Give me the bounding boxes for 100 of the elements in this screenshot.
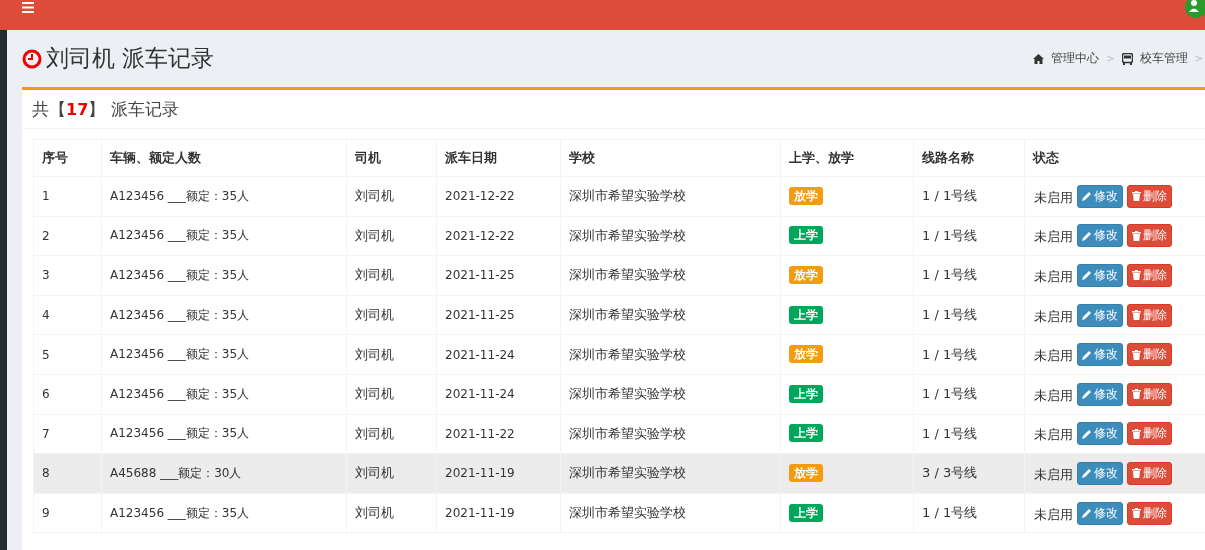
table-row[interactable]: 7 A123456 ___额定：35人 刘司机 2021-11-22 深圳市希望实验学校 上学 1 / 1号线 未启用 修改 删除 [33,414,1205,454]
column-header: 线路名称 [913,139,1025,177]
edit-button[interactable]: 修改 [1076,184,1123,208]
trip-badge: 放学 [789,345,823,364]
table-cell: 深圳市希望实验学校 [569,465,686,481]
pencil-icon [1081,389,1092,400]
table-cell: 1 [42,189,50,204]
table-cell: 1 / 1号线 [922,346,978,362]
table-cell: 2 [42,228,50,243]
table-cell: 1 / 1号线 [922,307,978,323]
column-header: 学校 [560,139,781,177]
pencil-icon [1081,428,1092,439]
column-header: 派车日期 [436,139,561,177]
table-cell: 1 / 1号线 [922,386,978,402]
menu-icon[interactable] [22,1,34,13]
table-cell: A45688 ___额定：30人 [110,465,242,480]
table-row[interactable]: 6 A123456 ___额定：35人 刘司机 2021-11-24 深圳市希望实验学校 上学 1 / 1号线 未启用 修改 删除 [33,374,1205,415]
table-cell: A123456 ___额定：35人 [110,228,250,243]
table-cell: 2021-11-25 [445,268,515,283]
pencil-icon [1081,508,1092,519]
breadcrumb-link[interactable]: 校车管理 [1139,50,1188,67]
delete-button[interactable]: 删除 [1126,303,1172,327]
table-cell: 深圳市希望实验学校 [569,386,686,402]
table-cell: 7 [42,426,50,441]
table-cell: 刘司机 [355,505,394,521]
table-row[interactable]: 8 A45688 ___额定：30人 刘司机 2021-11-19 深圳市希望实验学校 放学 3 / 3号线 未启用 修改 删除 [33,453,1205,494]
clock-icon [22,48,42,69]
table-cell: 刘司机 [355,425,394,441]
table-cell: 2021-12-22 [445,189,515,204]
trash-icon [1131,468,1141,479]
table-cell: 5 [42,347,50,362]
table-cell: 1 / 1号线 [922,227,978,243]
table-cell: 1 / 1号线 [922,267,978,283]
breadcrumb-separator: > [1194,53,1203,64]
table-row[interactable]: 3 A123456 ___额定：35人 刘司机 2021-11-25 深圳市希望实验学校 放学 1 / 1号线 未启用 修改 删除 [33,255,1205,296]
trip-badge: 上学 [789,305,823,324]
table-cell: 2021-11-19 [445,466,515,481]
edit-button[interactable]: 修改 [1076,343,1123,367]
trash-icon [1131,310,1141,321]
column-header: 车辆、额定人数 [101,139,347,177]
trash-icon [1131,508,1141,519]
column-header: 序号 [33,139,102,177]
edit-button[interactable]: 修改 [1076,224,1123,248]
table-cell: 2021-11-25 [445,308,515,323]
table-row[interactable]: 5 A123456 ___额定：35人 刘司机 2021-11-24 深圳市希望实验学校 放学 1 / 1号线 未启用 修改 删除 [33,334,1205,375]
column-header: 状态 [1024,139,1205,177]
table-row[interactable]: 1 A123456 ___额定：35人 刘司机 2021-12-22 深圳市希望实验学校 放学 1 / 1号线 未启用 修改 删除 [33,176,1205,217]
delete-button[interactable]: 删除 [1126,224,1172,248]
pencil-icon [1081,310,1092,321]
pencil-icon [1081,230,1092,241]
trip-badge: 放学 [789,463,823,482]
delete-button[interactable]: 删除 [1126,461,1172,485]
breadcrumb-link[interactable]: 管理中心 [1051,50,1100,67]
trash-icon [1131,191,1141,202]
delete-button[interactable]: 删除 [1126,343,1172,367]
trash-icon [1131,389,1141,400]
table-row[interactable]: 2 A123456 ___额定：35人 刘司机 2021-12-22 深圳市希望实验学校 上学 1 / 1号线 未启用 修改 删除 [33,216,1205,256]
table-cell: 4 [42,308,50,323]
table-row[interactable]: 4 A123456 ___额定：35人 刘司机 2021-11-25 深圳市希望实验学校 上学 1 / 1号线 未启用 修改 删除 [33,295,1205,335]
table-cell: 2021-11-24 [445,347,515,362]
table-cell: 刘司机 [355,188,394,204]
edit-button[interactable]: 修改 [1076,422,1123,446]
status-text: 未启用 [1034,268,1073,284]
edit-button[interactable]: 修改 [1076,382,1123,406]
edit-button[interactable]: 修改 [1076,461,1123,485]
table-cell: 深圳市希望实验学校 [569,307,686,323]
delete-button[interactable]: 删除 [1126,422,1172,446]
edit-button[interactable]: 修改 [1076,264,1123,287]
trash-icon [1131,230,1141,241]
trash-icon [1131,270,1141,281]
table-cell: 刘司机 [355,307,394,323]
delete-button[interactable]: 删除 [1126,184,1172,208]
delete-button[interactable]: 删除 [1126,382,1172,406]
breadcrumb-separator: > [1106,53,1115,64]
table-cell: 刘司机 [355,227,394,243]
trip-badge: 上学 [789,424,823,443]
edit-button[interactable]: 修改 [1076,501,1123,525]
table-cell: 2021-11-19 [445,506,515,521]
home-icon [1033,53,1045,64]
trash-icon [1131,428,1141,439]
delete-button[interactable]: 删除 [1126,264,1172,287]
table-cell: 9 [42,506,50,521]
edit-button[interactable]: 修改 [1076,303,1123,327]
avatar-icon[interactable] [1185,0,1205,18]
table-cell: 1 / 1号线 [922,505,978,521]
status-text: 未启用 [1034,308,1073,324]
trip-badge: 放学 [789,266,823,284]
table-cell: 2021-12-22 [445,228,515,243]
table-cell: A123456 ___额定：35人 [110,347,250,362]
table-cell: A123456 ___额定：35人 [110,505,250,520]
table-cell: 刘司机 [355,346,394,362]
table-cell: 刘司机 [355,267,394,283]
status-text: 未启用 [1034,347,1073,363]
delete-button[interactable]: 删除 [1126,501,1172,525]
table-cell: A123456 ___额定：35人 [110,307,250,322]
column-header: 司机 [346,139,437,177]
table-cell: 深圳市希望实验学校 [569,227,686,243]
table-row[interactable]: 9 A123456 ___额定：35人 刘司机 2021-11-19 深圳市希望实验学校 上学 1 / 1号线 未启用 修改 删除 [33,493,1205,533]
pencil-icon [1081,468,1092,479]
table-cell: 8 [42,466,50,481]
